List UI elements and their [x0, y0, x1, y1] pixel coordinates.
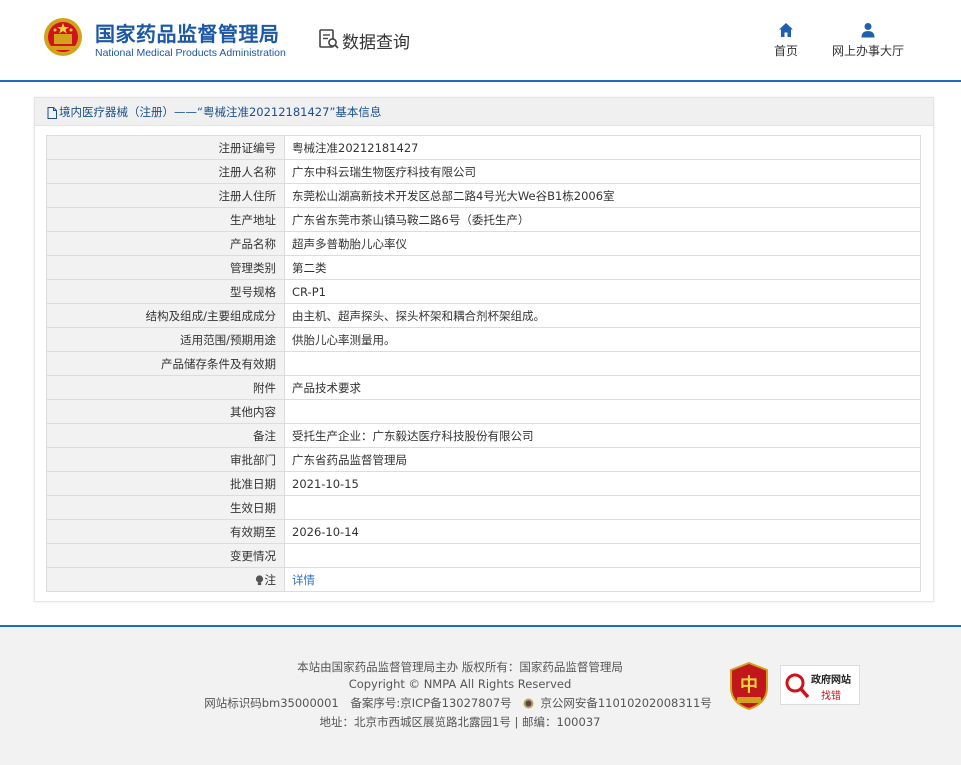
- gov-badge-subtitle: 找错: [821, 691, 841, 702]
- row-label: 产品储存条件及有效期: [46, 351, 285, 376]
- row-value: 供胎儿心率测量用。: [284, 327, 921, 352]
- row-label: 变更情况: [46, 543, 285, 568]
- row-value: [284, 399, 921, 424]
- row-label: 适用范围/预期用途: [46, 327, 285, 352]
- row-value: [284, 543, 921, 568]
- row-value: 2021-10-15: [284, 471, 921, 496]
- row-label: 注: [46, 567, 285, 592]
- data-query-icon: [319, 29, 339, 49]
- table-row: 审批部门 广东省药品监督管理局: [46, 447, 921, 472]
- document-icon: [47, 106, 57, 119]
- lightbulb-icon: [255, 574, 263, 585]
- table-row: 适用范围/预期用途 供胎儿心率测量用。: [46, 327, 921, 352]
- row-value: [284, 351, 921, 376]
- table-row: 管理类别 第二类: [46, 255, 921, 280]
- details-link[interactable]: 详情: [292, 573, 315, 587]
- row-label: 生产地址: [46, 207, 285, 232]
- table-row: 生产地址 广东省东莞市茶山镇马鞍二路6号（委托生产）: [46, 207, 921, 232]
- row-label: 批准日期: [46, 471, 285, 496]
- row-value: 广东省东莞市茶山镇马鞍二路6号（委托生产）: [284, 207, 921, 232]
- table-row: 注册证编号 粤械注准20212181427: [46, 135, 921, 160]
- table-row: 变更情况: [46, 543, 921, 568]
- row-value: 广东省药品监督管理局: [284, 447, 921, 472]
- nav-online-office-label: 网上办事大厅: [831, 44, 904, 58]
- row-label: 结构及组成/主要组成成分: [46, 303, 285, 328]
- user-icon: [861, 23, 875, 38]
- table-row: 批准日期 2021-10-15: [46, 471, 921, 496]
- row-value: 2026-10-14: [284, 519, 921, 544]
- row-value: 由主机、超声探头、探头杯架和耦合剂杯架组成。: [284, 303, 921, 328]
- row-value: 受托生产企业：广东毅达医疗科技股份有限公司: [284, 423, 921, 448]
- gov-website-find-error-badge[interactable]: 政府网站 找错: [780, 665, 860, 705]
- row-value: 详情: [284, 567, 921, 592]
- table-row: 注册人住所 东莞松山湖高新技术开发区总部二路4号光大We谷B1栋2006室: [46, 183, 921, 208]
- party-government-badge-icon[interactable]: 中: [728, 662, 770, 710]
- table-row: 备注 受托生产企业：广东毅达医疗科技股份有限公司: [46, 423, 921, 448]
- table-row: 型号规格 CR-P1: [46, 279, 921, 304]
- row-label: 附件: [46, 375, 285, 400]
- row-label: 注册人住所: [46, 183, 285, 208]
- footer-address: 地址：北京市西城区展览路北露园1号 | 邮编：100037: [319, 715, 601, 729]
- table-row: 附件 产品技术要求: [46, 375, 921, 400]
- site-name-en[interactable]: National Medical Products Administration: [95, 47, 286, 59]
- table-row: 产品名称 超声多普勒胎儿心率仪: [46, 231, 921, 256]
- panel-title: 境内医疗器械（注册）——“粤械注准20212181427”基本信息: [59, 105, 382, 119]
- site-footer: 本站由国家药品监督管理局主办 版权所有：国家药品监督管理局 Copyright …: [0, 625, 961, 765]
- nav-home[interactable]: 首页: [770, 22, 802, 59]
- panel-header: 境内医疗器械（注册）——“粤械注准20212181427”基本信息: [35, 98, 933, 126]
- police-badge-icon: [523, 698, 534, 709]
- svg-text:中: 中: [740, 674, 758, 696]
- row-label: 审批部门: [46, 447, 285, 472]
- site-header: 国家药品监督管理局 National Medical Products Admi…: [0, 0, 961, 82]
- gov-badge-title: 政府网站: [811, 675, 851, 686]
- row-label: 备注: [46, 423, 285, 448]
- nav-home-label: 首页: [773, 44, 798, 58]
- device-info-panel: 境内医疗器械（注册）——“粤械注准20212181427”基本信息 注册证编号粤…: [34, 97, 934, 602]
- row-value: [284, 495, 921, 520]
- table-row: 有效期至 2026-10-14: [46, 519, 921, 544]
- row-label: 生效日期: [46, 495, 285, 520]
- nav-online-office[interactable]: 网上办事大厅: [828, 22, 908, 59]
- row-label: 管理类别: [46, 255, 285, 280]
- row-label: 注册证编号: [46, 135, 285, 160]
- table-row-note: 注 详情: [46, 567, 921, 592]
- table-row: 生效日期: [46, 495, 921, 520]
- row-label: 型号规格: [46, 279, 285, 304]
- footer-icp-link[interactable]: 备案序号:京ICP备13027807号: [350, 696, 511, 710]
- table-row: 注册人名称 广东中科云瑞生物医疗科技有限公司: [46, 159, 921, 184]
- magnifier-icon: [785, 673, 810, 699]
- national-emblem-icon[interactable]: [43, 16, 83, 58]
- home-icon: [779, 23, 793, 37]
- row-value: CR-P1: [284, 279, 921, 304]
- site-name-cn[interactable]: 国家药品监督管理局: [95, 18, 280, 47]
- note-label: 注: [264, 572, 277, 587]
- device-info-table: 注册证编号 粤械注准20212181427 注册人名称 广东中科云瑞生物医疗科技有限公…: [46, 135, 921, 592]
- row-label: 注册人名称: [46, 159, 285, 184]
- footer-police-text: 京公网安备11010202008311号: [540, 696, 712, 710]
- row-value: 粤械注准20212181427: [284, 135, 921, 160]
- row-label: 产品名称: [46, 231, 285, 256]
- row-value: 东莞松山湖高新技术开发区总部二路4号光大We谷B1栋2006室: [284, 183, 921, 208]
- table-row: 其他内容: [46, 399, 921, 424]
- data-query-title: 数据查询: [342, 33, 410, 53]
- footer-police-record[interactable]: 京公网安备11010202008311号: [523, 696, 715, 710]
- row-value: 第二类: [284, 255, 921, 280]
- row-label: 其他内容: [46, 399, 285, 424]
- table-row: 结构及组成/主要组成成分 由主机、超声探头、探头杯架和耦合剂杯架组成。: [46, 303, 921, 328]
- row-value: 产品技术要求: [284, 375, 921, 400]
- row-label: 有效期至: [46, 519, 285, 544]
- row-value: 超声多普勒胎儿心率仪: [284, 231, 921, 256]
- footer-site-id: 网站标识码bm35000001: [204, 696, 339, 710]
- row-value: 广东中科云瑞生物医疗科技有限公司: [284, 159, 921, 184]
- table-row: 产品储存条件及有效期: [46, 351, 921, 376]
